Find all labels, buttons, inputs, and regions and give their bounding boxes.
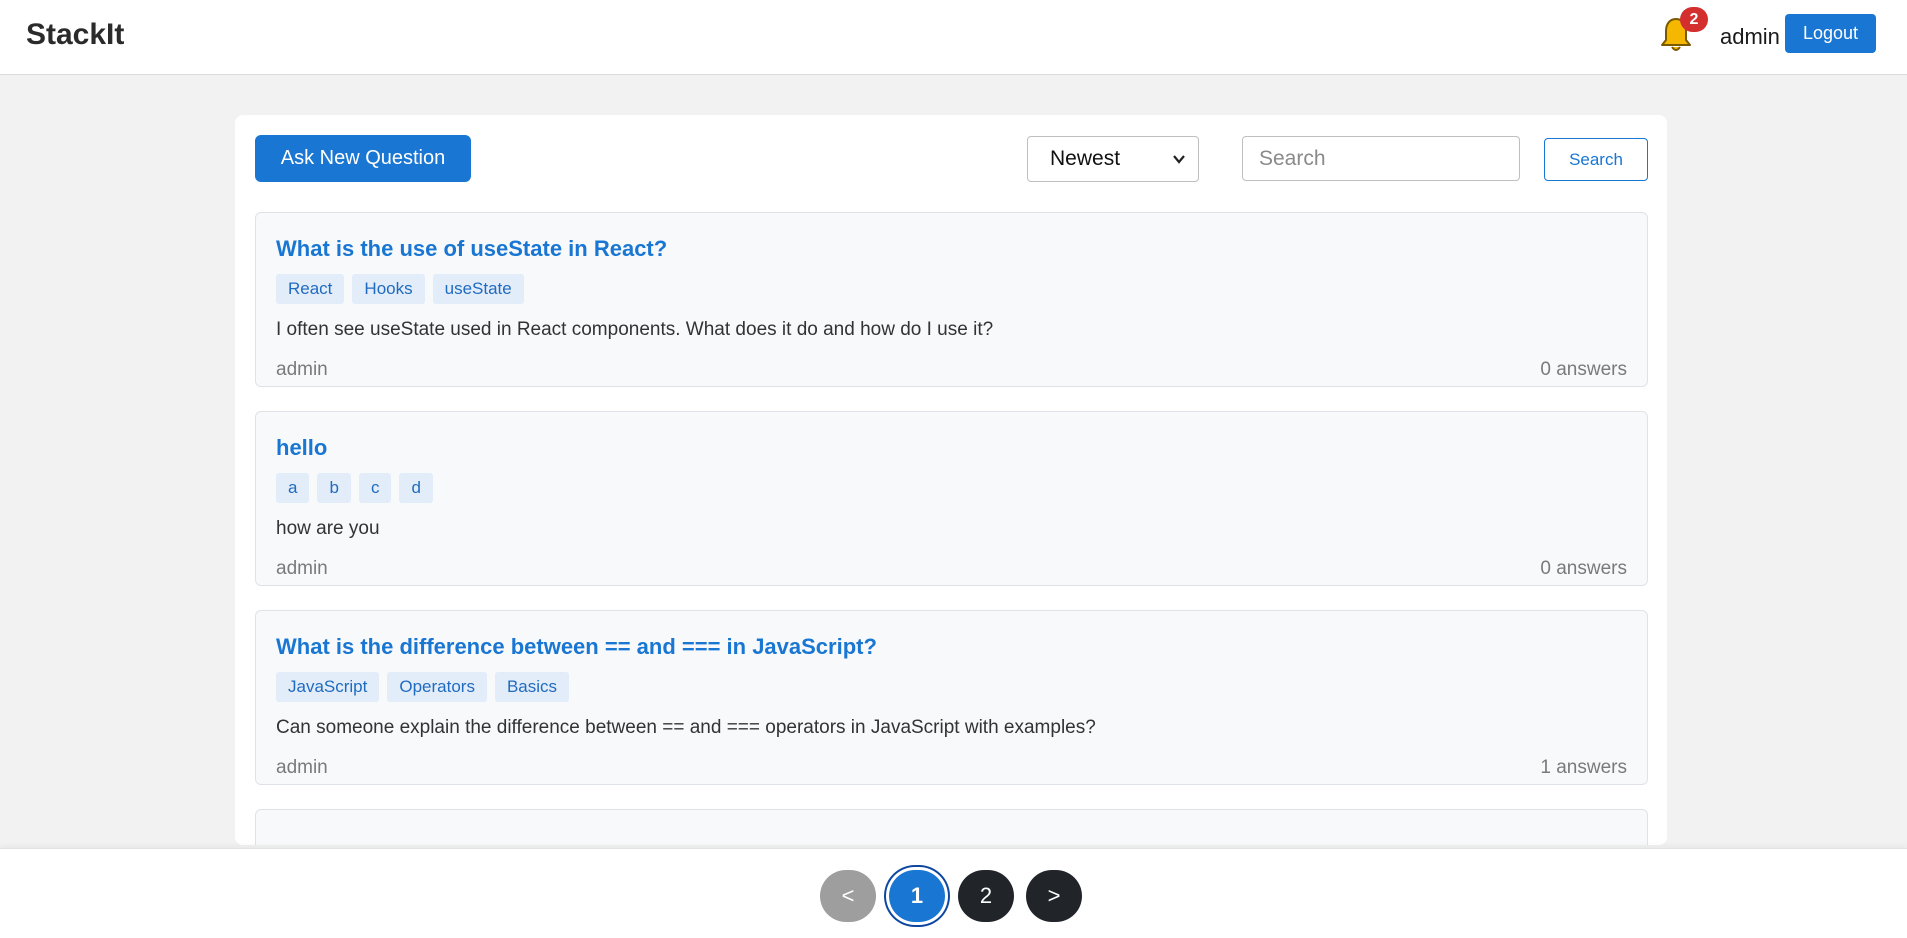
tag[interactable]: useState (432, 274, 524, 304)
question-card[interactable]: What is the difference between == and ==… (255, 610, 1648, 785)
question-author: admin (276, 359, 328, 380)
notification-badge: 2 (1680, 7, 1708, 32)
prev-page-button[interactable]: < (820, 870, 876, 922)
question-card[interactable]: hello a b c d how are you admin 0 answer… (255, 411, 1648, 586)
sort-select[interactable]: Newest (1027, 136, 1199, 182)
answer-count: 0 answers (1540, 558, 1627, 579)
search-button[interactable]: Search (1544, 138, 1648, 181)
tag[interactable]: a (276, 473, 310, 503)
next-page-button[interactable]: > (1026, 870, 1082, 922)
tag[interactable]: JavaScript (276, 672, 380, 702)
tag[interactable]: React (276, 274, 345, 304)
ask-new-question-button[interactable]: Ask New Question (255, 135, 471, 182)
tag[interactable]: Basics (494, 672, 570, 702)
question-card[interactable]: What is the use of useState in React? Re… (255, 212, 1648, 387)
answer-count: 0 answers (1540, 359, 1627, 380)
current-username: admin (1720, 24, 1780, 49)
question-title[interactable]: What is the use of useState in React? (276, 236, 667, 262)
chevron-down-icon (1172, 137, 1186, 198)
search-input[interactable] (1242, 136, 1520, 181)
tag-list: JavaScript Operators Basics (276, 672, 570, 702)
question-title[interactable]: hello (276, 435, 327, 461)
pagination-bar: < 1 2 > (0, 848, 1907, 938)
page-button-1[interactable]: 1 (889, 870, 945, 922)
question-excerpt: how are you (276, 518, 380, 539)
tag[interactable]: b (317, 473, 351, 503)
question-author: admin (276, 757, 328, 778)
page-button-2[interactable]: 2 (958, 870, 1014, 922)
tag-list: a b c d (276, 473, 433, 503)
sort-selected-value: Newest (1050, 147, 1121, 170)
answer-count: 1 answers (1540, 757, 1627, 778)
tag[interactable]: Operators (387, 672, 487, 702)
tag[interactable]: c (358, 473, 392, 503)
questions-panel: Ask New Question Newest Search What is t… (235, 115, 1667, 845)
question-title[interactable]: What is the difference between == and ==… (276, 634, 877, 660)
tag-list: React Hooks useState (276, 274, 524, 304)
top-navbar: StackIt 2 admin Logout (0, 0, 1907, 75)
question-excerpt: I often see useState used in React compo… (276, 319, 994, 340)
question-card[interactable] (255, 809, 1648, 845)
question-author: admin (276, 558, 328, 579)
question-excerpt: Can someone explain the difference betwe… (276, 717, 1096, 738)
logout-button[interactable]: Logout (1785, 14, 1876, 53)
tag[interactable]: d (399, 473, 433, 503)
tag[interactable]: Hooks (352, 274, 425, 304)
brand-logo[interactable]: StackIt (26, 18, 124, 52)
